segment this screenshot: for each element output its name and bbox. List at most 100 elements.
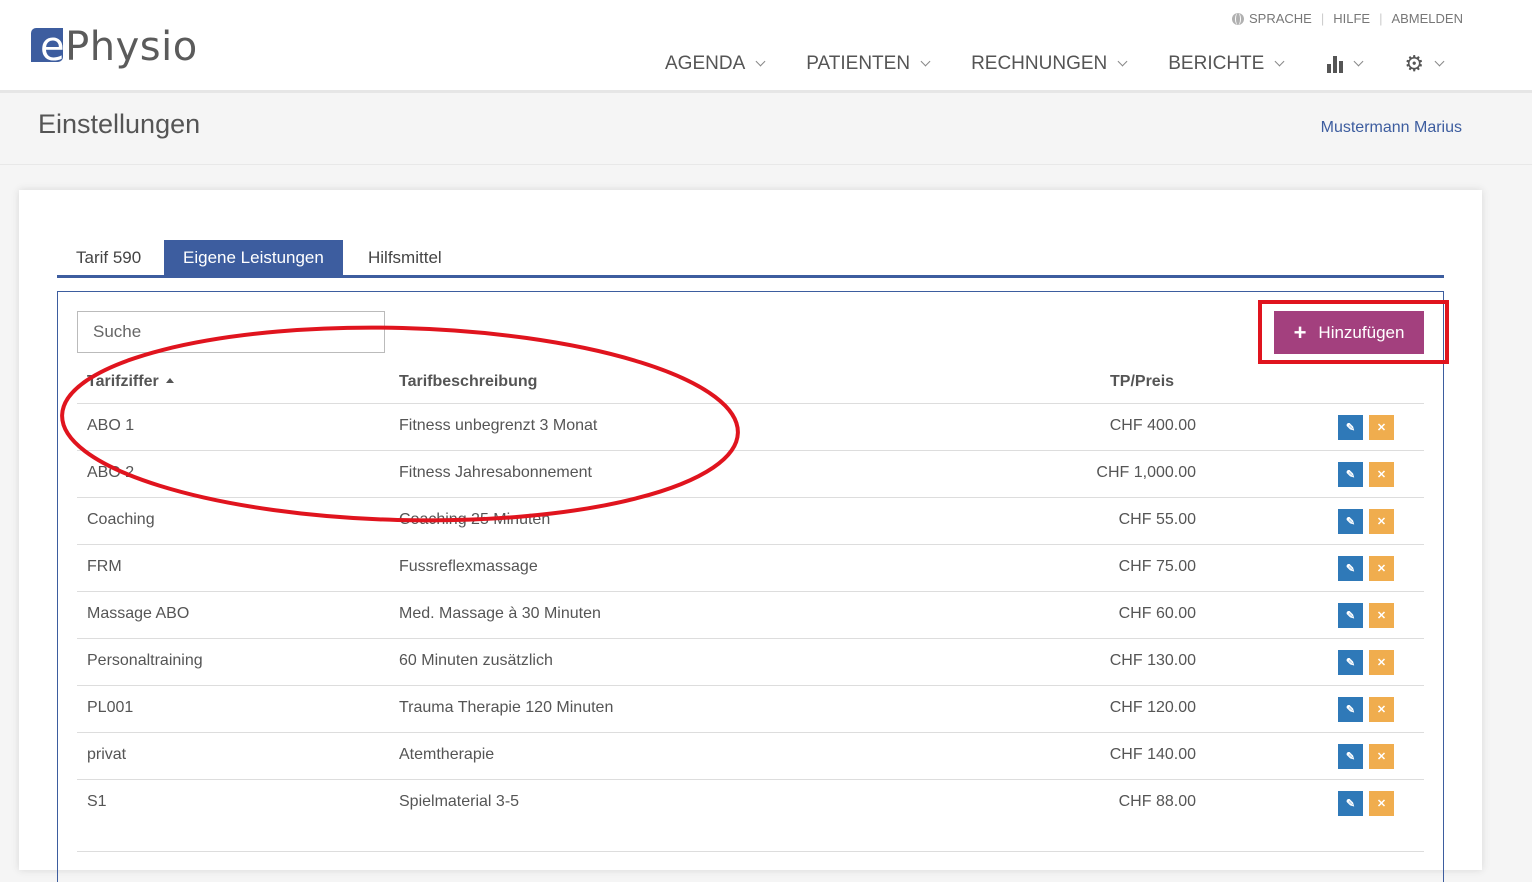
cell-code: FRM [87, 558, 122, 575]
delete-button[interactable]: ✕ [1369, 415, 1394, 440]
cell-description: 60 Minuten zusätzlich [399, 652, 553, 669]
cell-description: Atemtherapie [399, 746, 495, 763]
table-row: Coaching Coaching 25 Minuten CHF 55.00 ✎… [77, 498, 1424, 545]
cell-price: CHF 60.00 [1118, 605, 1196, 622]
tab-panel: + Hinzufügen Tarifziffer Tarifbeschreibu… [57, 291, 1449, 882]
tab-hilfsmittel[interactable]: Hilfsmittel [349, 240, 461, 276]
settings-card: Tarif 590 Eigene Leistungen Hilfsmittel … [19, 190, 1482, 882]
logout-link[interactable]: ABMELDEN [1391, 11, 1463, 26]
table-header: Tarifziffer Tarifbeschreibung TP/Preis [77, 362, 1424, 404]
language-link[interactable]: SPRACHE [1231, 11, 1312, 26]
cell-code: PL001 [87, 699, 134, 716]
column-header-description[interactable]: Tarifbeschreibung [399, 373, 537, 391]
cell-description: Fitness Jahresabonnement [399, 464, 592, 481]
delete-button[interactable]: ✕ [1369, 650, 1394, 675]
table-row: S1 Spielmaterial 3-5 CHF 88.00 ✎ ✕ [77, 780, 1424, 826]
separator: | [1320, 11, 1325, 26]
table-row: Massage ABO Med. Massage à 30 Minuten CH… [77, 592, 1424, 639]
chevron-down-icon [1353, 56, 1364, 67]
table-row: privat Atemtherapie CHF 140.00 ✎ ✕ [77, 733, 1424, 780]
cell-description: Coaching 25 Minuten [399, 511, 551, 528]
close-icon: ✕ [1376, 422, 1387, 434]
close-icon: ✕ [1376, 563, 1387, 575]
edit-button[interactable]: ✎ [1338, 744, 1363, 769]
edit-icon: ✎ [1345, 516, 1356, 528]
add-button[interactable]: + Hinzufügen [1274, 311, 1424, 354]
edit-button[interactable]: ✎ [1338, 603, 1363, 628]
table-row: FRM Fussreflexmassage CHF 75.00 ✎ ✕ [77, 545, 1424, 592]
delete-button[interactable]: ✕ [1369, 509, 1394, 534]
user-profile-link[interactable]: Mustermann Marius [1321, 119, 1462, 137]
chevron-down-icon [1117, 56, 1128, 67]
column-header-price[interactable]: TP/Preis [1110, 373, 1174, 391]
cell-price: CHF 75.00 [1118, 558, 1196, 575]
chevron-down-icon [1274, 56, 1285, 67]
cell-code: ABO 2 [87, 464, 135, 481]
tab-eigene-leistungen[interactable]: Eigene Leistungen [164, 240, 343, 276]
delete-button[interactable]: ✕ [1369, 556, 1394, 581]
help-link[interactable]: HILFE [1333, 11, 1370, 26]
cell-description: Trauma Therapie 120 Minuten [399, 699, 614, 716]
edit-button[interactable]: ✎ [1338, 415, 1363, 440]
edit-icon: ✎ [1345, 469, 1356, 481]
edit-icon: ✎ [1345, 704, 1356, 716]
table-row: ABO 2 Fitness Jahresabonnement CHF 1,000… [77, 451, 1424, 498]
delete-button[interactable]: ✕ [1369, 791, 1394, 816]
plus-icon: + [1293, 319, 1307, 345]
main-nav: AGENDA PATIENTEN RECHNUNGEN BERICHTE ⚙ [665, 53, 1445, 75]
cell-description: Spielmaterial 3-5 [399, 793, 520, 810]
edit-button[interactable]: ✎ [1338, 697, 1363, 722]
close-icon: ✕ [1376, 516, 1387, 528]
delete-button[interactable]: ✕ [1369, 697, 1394, 722]
nav-invoices[interactable]: RECHNUNGEN [971, 53, 1128, 75]
edit-button[interactable]: ✎ [1338, 650, 1363, 675]
close-icon: ✕ [1376, 657, 1387, 669]
nav-settings[interactable]: ⚙ [1404, 53, 1445, 75]
chevron-down-icon [1434, 56, 1445, 67]
chevron-down-icon [755, 56, 766, 67]
delete-button[interactable]: ✕ [1369, 462, 1394, 487]
nav-agenda[interactable]: AGENDA [665, 53, 766, 75]
page-title: Einstellungen [38, 109, 201, 139]
page-header: Einstellungen Mustermann Marius [0, 93, 1532, 165]
tab-bar: Tarif 590 Eigene Leistungen Hilfsmittel [57, 240, 1444, 278]
separator: | [1379, 11, 1383, 26]
search-input[interactable] [77, 311, 385, 353]
table-footer-divider [77, 851, 1424, 852]
logo-wordmark: Physio [65, 24, 198, 70]
edit-icon: ✎ [1345, 751, 1356, 763]
nav-reports[interactable]: BERICHTE [1168, 53, 1285, 75]
edit-button[interactable]: ✎ [1338, 556, 1363, 581]
close-icon: ✕ [1376, 704, 1387, 716]
edit-button[interactable]: ✎ [1338, 462, 1363, 487]
cell-code: ABO 1 [87, 417, 135, 434]
edit-button[interactable]: ✎ [1338, 791, 1363, 816]
delete-button[interactable]: ✕ [1369, 603, 1394, 628]
logo-letter: e [40, 24, 66, 70]
top-header: ePhysio SPRACHE | HILFE | ABMELDEN AGEND… [0, 0, 1532, 93]
tab-tarif-590[interactable]: Tarif 590 [57, 240, 160, 276]
edit-icon: ✎ [1345, 657, 1356, 669]
cell-price: CHF 140.00 [1109, 746, 1196, 763]
cell-description: Fitness unbegrenzt 3 Monat [399, 417, 598, 434]
cell-description: Fussreflexmassage [399, 558, 538, 575]
cell-code: S1 [87, 793, 107, 810]
cell-price: CHF 120.00 [1109, 699, 1196, 716]
table-row: PL001 Trauma Therapie 120 Minuten CHF 12… [77, 686, 1424, 733]
edit-icon: ✎ [1345, 610, 1356, 622]
edit-icon: ✎ [1345, 798, 1356, 810]
bar-chart-icon [1327, 55, 1344, 73]
cell-price: CHF 88.00 [1118, 793, 1196, 810]
column-header-code[interactable]: Tarifziffer [87, 373, 174, 391]
sort-ascending-icon [165, 378, 174, 383]
delete-button[interactable]: ✕ [1369, 744, 1394, 769]
nav-patients[interactable]: PATIENTEN [806, 53, 931, 75]
nav-statistics[interactable] [1327, 55, 1364, 73]
cell-price: CHF 400.00 [1109, 417, 1196, 434]
table-row: Personaltraining 60 Minuten zusätzlich C… [77, 639, 1424, 686]
cell-price: CHF 1,000.00 [1096, 464, 1196, 481]
close-icon: ✕ [1376, 751, 1387, 763]
cell-description: Med. Massage à 30 Minuten [399, 605, 601, 622]
cell-price: CHF 130.00 [1109, 652, 1196, 669]
edit-button[interactable]: ✎ [1338, 509, 1363, 534]
